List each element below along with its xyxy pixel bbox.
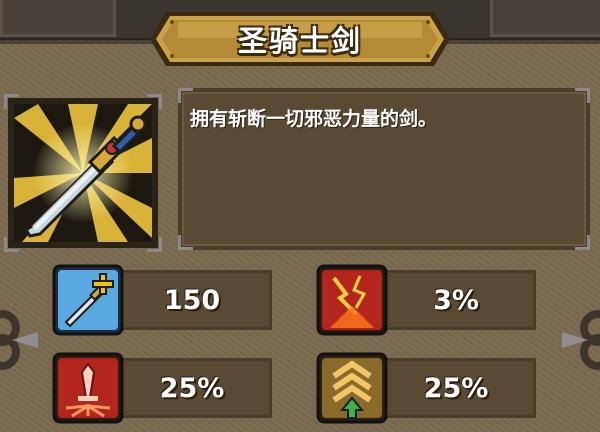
stat-attack-value: 150 bbox=[163, 284, 221, 316]
item-name: 圣骑士剑 bbox=[237, 24, 362, 58]
item-detail-panel: 圣骑士剑 拥有斩断一切邪恶力量的剑。 150 3% 25% 25% bbox=[0, 0, 600, 432]
sword-plus-icon bbox=[52, 264, 124, 336]
item-description-box: 拥有斩断一切邪恶力量的剑。 bbox=[178, 88, 590, 250]
stat-crit-value: 3% bbox=[433, 284, 479, 316]
stat-bleed: 25% bbox=[52, 352, 282, 424]
bleeding-dagger-icon bbox=[52, 352, 124, 424]
stat-crit: 3% bbox=[316, 264, 546, 336]
title-banner: 圣骑士剑 bbox=[148, 8, 452, 70]
item-portrait bbox=[4, 94, 162, 252]
rank-up-chevrons-icon bbox=[316, 352, 388, 424]
right-bolt-icon bbox=[562, 310, 600, 370]
stat-rank-value: 25% bbox=[423, 372, 489, 404]
item-description: 拥有斩断一切邪恶力量的剑。 bbox=[190, 108, 438, 130]
lightning-crit-icon bbox=[316, 264, 388, 336]
stat-attack: 150 bbox=[52, 264, 282, 336]
stat-bleed-value: 25% bbox=[159, 372, 225, 404]
stat-rank: 25% bbox=[316, 352, 546, 424]
left-bolt-icon bbox=[0, 310, 38, 370]
